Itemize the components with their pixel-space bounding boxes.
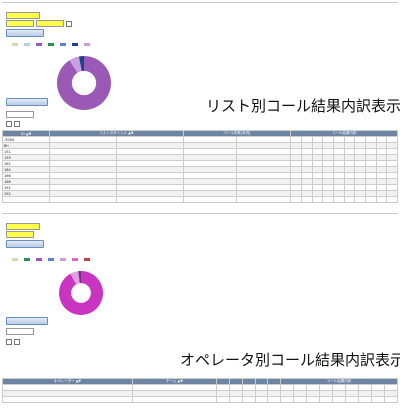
- legend-swatch: [12, 258, 18, 261]
- checkbox[interactable]: [66, 20, 72, 27]
- chart-legend: [12, 258, 392, 261]
- legend-swatch: [84, 258, 90, 261]
- table-cell: [322, 196, 334, 203]
- checkbox[interactable]: [6, 120, 12, 127]
- pie-hole: [71, 70, 97, 96]
- table-cell: [254, 396, 269, 403]
- options-row: [6, 328, 34, 335]
- legend-item[interactable]: [48, 258, 54, 261]
- table-cell: [131, 396, 218, 403]
- pie-hole: [71, 283, 91, 303]
- table-cell: [305, 396, 320, 403]
- chart-legend: [12, 43, 392, 46]
- table-cell: [386, 196, 398, 203]
- legend-item[interactable]: [36, 43, 42, 46]
- legend-item[interactable]: [36, 258, 42, 261]
- table-cell: [182, 196, 238, 203]
- legend-item[interactable]: [84, 43, 90, 46]
- table-cell: [1, 196, 51, 203]
- list-table: ID ▲▼ リストのタイトル ▲▼ コール件数(状況) コール結果内訳 -300…: [1, 130, 398, 203]
- entry-select[interactable]: [6, 223, 40, 230]
- table-cell: [318, 396, 333, 403]
- date-to-input[interactable]: [36, 20, 64, 27]
- date-range-row: [6, 20, 72, 27]
- table-cell: [2, 396, 133, 403]
- legend-swatch: [36, 43, 42, 46]
- legend-swatch: [60, 258, 66, 261]
- table-cell: [49, 196, 117, 203]
- entry-select[interactable]: [6, 12, 40, 19]
- section-heading: オペレータ別コール結果内訳表示: [180, 351, 400, 369]
- operator-table: オペレーター ▲▼ チーム ▲▼ コール結果内訳: [2, 378, 399, 403]
- legend-swatch: [48, 43, 54, 46]
- table-cell: [280, 396, 294, 403]
- legend-item[interactable]: [60, 258, 66, 261]
- legend-swatch: [60, 43, 66, 46]
- list-filter-panel: リスト別コール結果内訳表示: [2, 2, 400, 143]
- table-cell: [290, 196, 302, 203]
- legend-swatch: [12, 43, 18, 46]
- operator-filter-panel: オペレータ別コール結果内訳表示: [2, 213, 400, 369]
- csv-row: [6, 120, 20, 127]
- table-row[interactable]: [2, 396, 399, 403]
- legend-item[interactable]: [72, 258, 78, 261]
- entry-row: [6, 223, 40, 230]
- table-cell: [370, 396, 385, 403]
- legend-item[interactable]: [48, 43, 54, 46]
- table-cell: [293, 396, 307, 403]
- legend-swatch: [24, 43, 30, 46]
- table-cell: [343, 196, 356, 203]
- legend-swatch: [24, 258, 30, 261]
- legend-swatch: [72, 258, 78, 261]
- table-cell: [311, 196, 324, 203]
- table-cell: [236, 196, 292, 203]
- legend-item[interactable]: [24, 258, 30, 261]
- legend-item[interactable]: [12, 258, 18, 261]
- table-cell: [332, 196, 345, 203]
- table-cell: [115, 196, 184, 203]
- date-from-input[interactable]: [6, 231, 34, 238]
- table-cell: [354, 196, 366, 203]
- table-cell: [300, 196, 313, 203]
- option-select[interactable]: [6, 328, 34, 335]
- search-button[interactable]: [6, 240, 44, 248]
- pie-chart: [57, 56, 111, 110]
- legend-item[interactable]: [24, 43, 30, 46]
- table-cell: [267, 396, 282, 403]
- legend-item[interactable]: [60, 43, 66, 46]
- legend-item[interactable]: [84, 258, 90, 261]
- table-cell: [216, 396, 231, 403]
- table-cell: [331, 396, 346, 403]
- legend-swatch: [36, 258, 42, 261]
- table-cell: [357, 396, 372, 403]
- date-range-row: [6, 231, 34, 238]
- legend-item[interactable]: [12, 43, 18, 46]
- checkbox[interactable]: [6, 338, 12, 345]
- checkbox[interactable]: [14, 120, 20, 127]
- table-cell: [344, 396, 359, 403]
- entry-row: [6, 12, 40, 19]
- legend-swatch: [72, 43, 78, 46]
- legend-swatch: [84, 43, 90, 46]
- toggle-chart-button[interactable]: [6, 317, 48, 325]
- checkbox[interactable]: [14, 338, 20, 345]
- legend-item[interactable]: [72, 43, 78, 46]
- date-from-input[interactable]: [6, 20, 34, 27]
- options-row: [6, 111, 34, 118]
- table-cell: [375, 196, 388, 203]
- search-button[interactable]: [6, 29, 44, 37]
- table-cell: [241, 396, 256, 403]
- toggle-chart-button[interactable]: [6, 98, 48, 106]
- table-cell: [364, 196, 377, 203]
- table-cell: [229, 396, 243, 403]
- legend-swatch: [48, 258, 54, 261]
- pie-chart: [58, 271, 103, 315]
- option-select[interactable]: [6, 111, 34, 118]
- table-cell: [383, 396, 399, 403]
- table-row[interactable]: [1, 196, 398, 203]
- section-heading: リスト別コール結果内訳表示: [206, 97, 400, 115]
- csv-row: [6, 338, 20, 345]
